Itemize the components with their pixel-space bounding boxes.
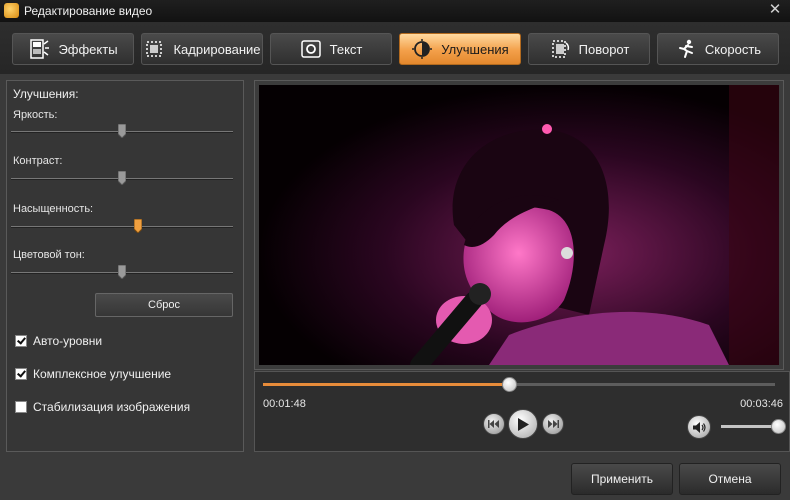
effects-icon — [30, 39, 50, 59]
tab-speed[interactable]: Скорость — [657, 33, 779, 65]
brightness-label: Яркость: — [13, 109, 58, 121]
progress-track[interactable] — [263, 377, 775, 392]
speaker-icon — [692, 421, 706, 433]
tab-label: Улучшения — [441, 41, 509, 57]
tab-bar: Эффекты Кадрирование Текст Улучшения Пов… — [0, 22, 790, 74]
hue-label: Цветовой тон: — [13, 249, 85, 261]
tab-label: Кадрирование — [173, 41, 261, 57]
tab-enhance[interactable]: Улучшения — [399, 33, 521, 65]
checkbox-label: Комплексное улучшение — [33, 367, 172, 381]
title-bar: Редактирование видео ✕ — [0, 0, 790, 23]
rewind-icon — [488, 420, 499, 428]
saturation-track[interactable] — [11, 226, 233, 228]
forward-icon — [548, 420, 559, 428]
checkbox-box[interactable] — [15, 368, 27, 380]
playback-controls: 00:01:48 00:03:46 — [254, 371, 790, 452]
checkbox-box[interactable] — [15, 335, 27, 347]
app-icon — [4, 3, 19, 18]
close-icon[interactable]: ✕ — [766, 1, 784, 19]
tab-label: Текст — [329, 41, 363, 57]
rewind-button[interactable] — [483, 413, 505, 435]
enhance-icon — [412, 39, 433, 59]
play-button[interactable] — [508, 409, 538, 439]
tab-rotate[interactable]: Поворот — [528, 33, 650, 65]
contrast-slider[interactable] — [118, 171, 126, 185]
tab-effects[interactable]: Эффекты — [12, 33, 134, 65]
tab-crop[interactable]: Кадрирование — [141, 33, 263, 65]
text-icon — [300, 40, 321, 58]
play-icon — [518, 417, 529, 431]
saturation-label: Насыщенность: — [13, 203, 94, 215]
complex-enhance-checkbox[interactable]: Комплексное улучшение — [15, 367, 171, 381]
window-title: Редактирование видео — [24, 4, 153, 18]
progress-fill — [263, 383, 509, 386]
tab-text[interactable]: Текст — [270, 33, 392, 65]
tab-label: Эффекты — [58, 41, 118, 57]
auto-levels-checkbox[interactable]: Авто-уровни — [15, 334, 102, 348]
checkbox-label: Стабилизация изображения — [33, 400, 191, 414]
tab-label: Поворот — [578, 41, 630, 57]
speed-icon — [678, 39, 693, 58]
volume-thumb[interactable] — [771, 419, 786, 434]
total-time: 00:03:46 — [740, 398, 783, 410]
cancel-button[interactable]: Отмена — [679, 463, 781, 495]
enhance-panel: Улучшения: Яркость: Контраст: Насыщеннос… — [6, 80, 244, 452]
apply-button[interactable]: Применить — [571, 463, 673, 495]
video-preview-panel — [254, 80, 784, 370]
progress-thumb[interactable] — [501, 377, 517, 392]
forward-button[interactable] — [542, 413, 564, 435]
checkbox-box[interactable] — [15, 401, 27, 413]
current-time: 00:01:48 — [263, 398, 306, 410]
brightness-slider[interactable] — [118, 124, 126, 138]
saturation-slider[interactable] — [133, 219, 142, 233]
video-still — [259, 85, 779, 365]
panel-title: Улучшения: — [13, 87, 79, 101]
stabilization-checkbox[interactable]: Стабилизация изображения — [15, 400, 190, 414]
contrast-label: Контраст: — [13, 155, 63, 167]
crop-icon — [146, 41, 163, 57]
volume-track[interactable] — [721, 425, 777, 428]
video-frame — [259, 85, 779, 365]
reset-button[interactable]: Сброс — [95, 293, 233, 317]
rotate-icon — [551, 40, 569, 58]
volume-button[interactable] — [687, 415, 711, 439]
checkbox-label: Авто-уровни — [33, 334, 103, 348]
tab-label: Скорость — [704, 41, 762, 57]
hue-slider[interactable] — [118, 265, 126, 279]
